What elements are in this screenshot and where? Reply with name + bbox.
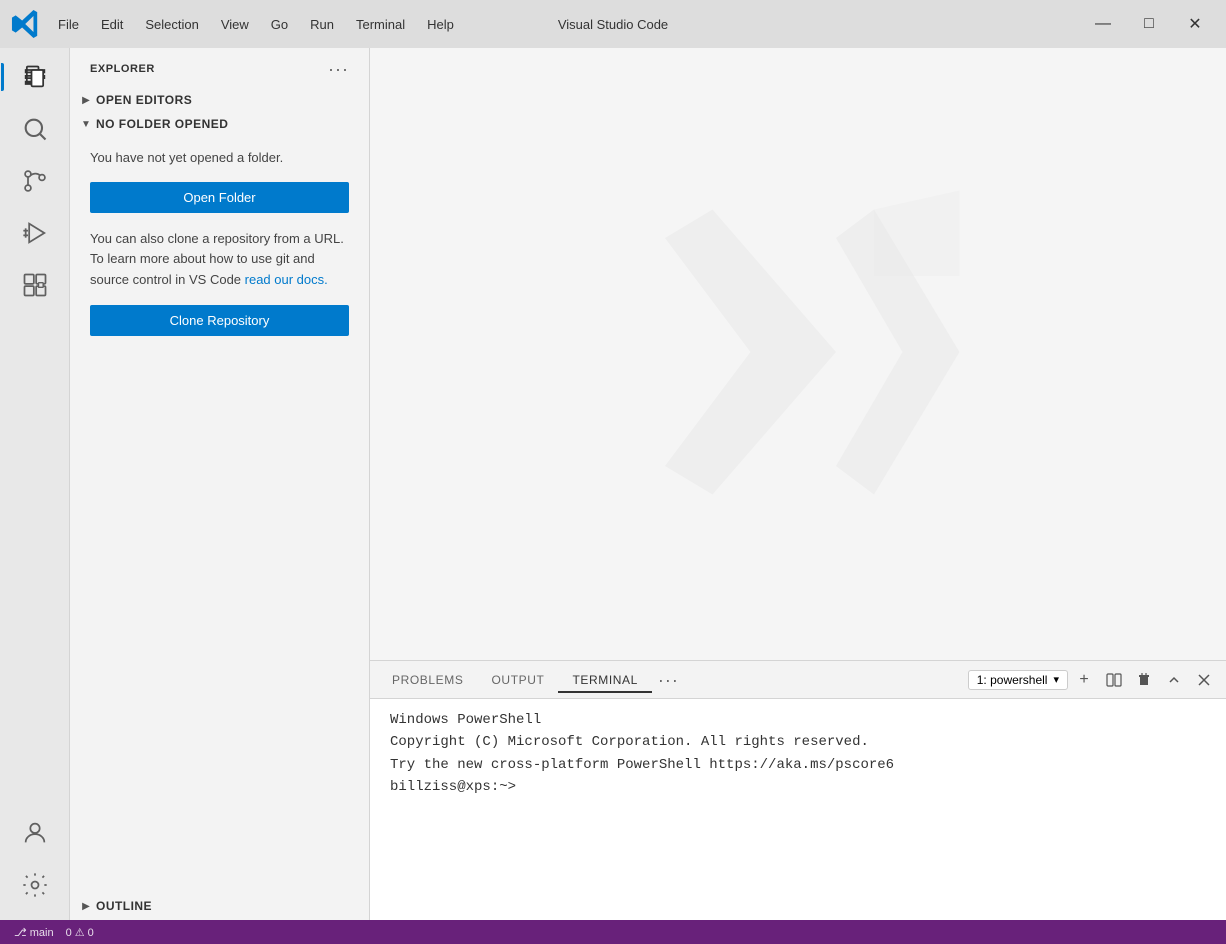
terminal-up-button[interactable] (1160, 666, 1188, 694)
activity-bar (0, 48, 70, 920)
terminal-close-button[interactable] (1190, 666, 1218, 694)
activity-settings[interactable] (10, 860, 60, 910)
debug-icon (21, 219, 49, 247)
no-folder-content: You have not yet opened a folder. Open F… (70, 136, 369, 348)
tab-output[interactable]: OUTPUT (478, 667, 559, 693)
window-title: Visual Studio Code (558, 17, 668, 32)
clone-text: You can also clone a repository from a U… (90, 229, 349, 291)
menu-help[interactable]: Help (417, 13, 464, 36)
terminal-more-button[interactable]: ··· (652, 671, 685, 689)
menu-file[interactable]: File (48, 13, 89, 36)
editor-area (370, 48, 1226, 660)
menu-edit[interactable]: Edit (91, 13, 133, 36)
vscode-watermark (608, 162, 988, 547)
chevron-down-icon: ▾ (1053, 673, 1059, 686)
terminal-panel: PROBLEMS OUTPUT TERMINAL ··· 1: powershe… (370, 660, 1226, 920)
menu-bar: File Edit Selection View Go Run Terminal… (48, 13, 464, 36)
terminal-line-2: Copyright (C) Microsoft Corporation. All… (390, 731, 1206, 753)
minimize-button[interactable]: — (1080, 9, 1126, 39)
main-area: EXPLORER ··· ▶ OPEN EDITORS ▼ NO FOLDER … (0, 48, 1226, 920)
terminal-controls: 1: powershell ▾ + (968, 666, 1218, 694)
terminal-line-6: billziss@xps:~> (390, 776, 1206, 798)
activity-extensions[interactable] (10, 260, 60, 310)
title-bar: File Edit Selection View Go Run Terminal… (0, 0, 1226, 48)
activity-account[interactable] (10, 808, 60, 858)
chevron-up-icon (1167, 673, 1181, 687)
vscode-logo (8, 6, 44, 42)
menu-run[interactable]: Run (300, 13, 344, 36)
settings-icon (21, 871, 49, 899)
sidebar-title: EXPLORER (90, 63, 155, 75)
split-terminal-icon (1106, 672, 1122, 688)
menu-terminal[interactable]: Terminal (346, 13, 415, 36)
open-editors-arrow: ▶ (78, 92, 94, 108)
clone-repository-button[interactable]: Clone Repository (90, 305, 349, 336)
open-editors-label: OPEN EDITORS (96, 93, 192, 107)
menu-view[interactable]: View (211, 13, 259, 36)
outline-section-header[interactable]: ▶ OUTLINE (70, 892, 369, 920)
tab-terminal[interactable]: TERMINAL (558, 667, 651, 693)
close-icon (1197, 673, 1211, 687)
terminal-tabs-bar: PROBLEMS OUTPUT TERMINAL ··· 1: powershe… (370, 661, 1226, 699)
sidebar-header: EXPLORER ··· (70, 48, 369, 88)
status-git-branch[interactable]: ⎇ main (8, 926, 60, 939)
extensions-icon (21, 271, 49, 299)
status-errors-warnings[interactable]: 0 ⚠ 0 (60, 926, 100, 939)
activity-bar-bottom (10, 808, 60, 920)
sidebar-more-button[interactable]: ··· (324, 58, 353, 80)
sidebar: EXPLORER ··· ▶ OPEN EDITORS ▼ NO FOLDER … (70, 48, 370, 920)
activity-run-debug[interactable] (10, 208, 60, 258)
tab-problems[interactable]: PROBLEMS (378, 667, 478, 693)
terminal-kill-button[interactable] (1130, 666, 1158, 694)
activity-search[interactable] (10, 104, 60, 154)
no-folder-label: NO FOLDER OPENED (96, 117, 228, 131)
search-icon (21, 115, 49, 143)
outline-arrow: ▶ (78, 898, 94, 914)
terminal-add-button[interactable]: + (1070, 666, 1098, 694)
terminal-shell-selector[interactable]: 1: powershell ▾ (968, 670, 1068, 690)
open-folder-button[interactable]: Open Folder (90, 182, 349, 213)
terminal-line-1: Windows PowerShell (390, 709, 1206, 731)
open-editors-section-header[interactable]: ▶ OPEN EDITORS (70, 88, 369, 112)
kill-terminal-icon (1136, 672, 1152, 688)
terminal-split-button[interactable] (1100, 666, 1128, 694)
menu-selection[interactable]: Selection (135, 13, 208, 36)
files-icon (21, 63, 49, 91)
no-folder-info-text: You have not yet opened a folder. (90, 148, 349, 168)
no-folder-section-header[interactable]: ▼ NO FOLDER OPENED (70, 112, 369, 136)
window-controls: — □ ✕ (1080, 9, 1218, 39)
read-docs-link[interactable]: read our docs. (245, 272, 328, 287)
terminal-content[interactable]: Windows PowerShell Copyright (C) Microso… (370, 699, 1226, 920)
source-control-icon (21, 167, 49, 195)
close-button[interactable]: ✕ (1172, 9, 1218, 39)
sidebar-footer: ▶ OUTLINE (70, 892, 369, 920)
outline-label: OUTLINE (96, 899, 152, 913)
terminal-line-4: Try the new cross-platform PowerShell ht… (390, 754, 1206, 776)
menu-go[interactable]: Go (261, 13, 298, 36)
status-bar: ⎇ main 0 ⚠ 0 (0, 920, 1226, 944)
activity-source-control[interactable] (10, 156, 60, 206)
terminal-shell-label: 1: powershell (977, 673, 1048, 687)
account-icon (21, 819, 49, 847)
no-folder-arrow: ▼ (78, 116, 94, 132)
maximize-button[interactable]: □ (1126, 9, 1172, 39)
activity-explorer[interactable] (10, 52, 60, 102)
content-area: PROBLEMS OUTPUT TERMINAL ··· 1: powershe… (370, 48, 1226, 920)
